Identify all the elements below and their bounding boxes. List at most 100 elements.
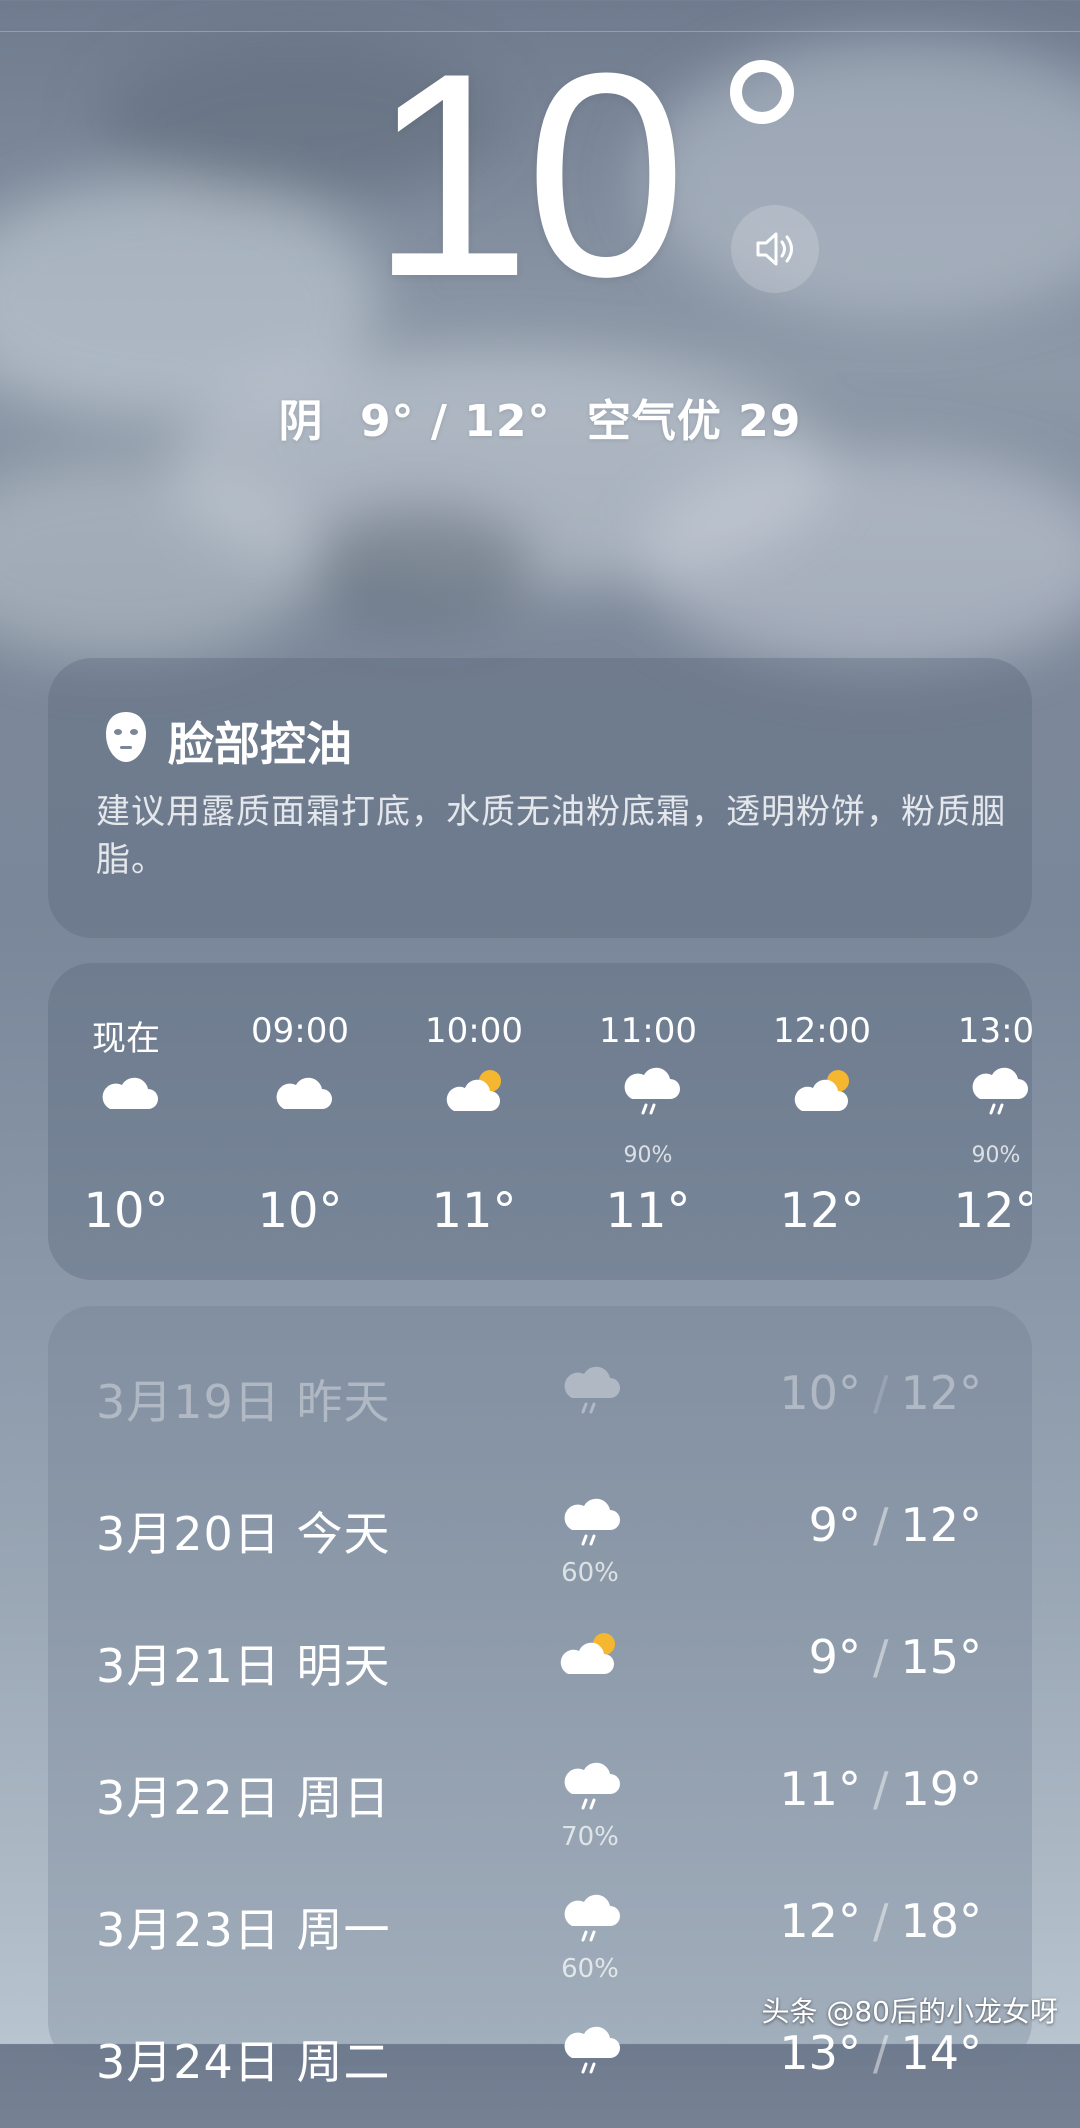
day-name: 周日	[296, 1771, 391, 1825]
cloud-icon	[276, 1077, 332, 1109]
day-high: 15°	[900, 1630, 982, 1684]
day-temp-range: 12°/18°	[779, 1894, 982, 1948]
hour-time: 09:00	[251, 1011, 349, 1051]
rain-icon	[564, 2026, 620, 2074]
temp-separator: /	[872, 1630, 889, 1684]
temp-separator: /	[872, 1762, 889, 1816]
hour-temperature: 12°	[779, 1183, 865, 1239]
partly-cloudy-icon	[560, 1633, 615, 1674]
day-low: 9°	[808, 1498, 861, 1552]
lifestyle-tip-card[interactable]: 脸部控油 建议用露质面霜打底，水质无油粉底霜，透明粉饼，粉质胭脂。	[48, 658, 1032, 938]
day-date: 3月22日	[96, 1771, 281, 1825]
hour-weather-icon	[444, 1063, 508, 1119]
day-weather-icon	[558, 2022, 622, 2078]
tip-text: 建议用露质面霜打底，水质无油粉底霜，透明粉饼，粉质胭脂。	[96, 792, 1006, 880]
day-high: 18°	[900, 1894, 982, 1948]
speaker-icon	[756, 232, 793, 266]
degree-symbol	[730, 60, 794, 124]
day-precip-chance: 60%	[561, 1954, 619, 1984]
day-name: 昨天	[296, 1375, 391, 1429]
day-low: 13°	[779, 2026, 861, 2080]
speaker-button[interactable]	[731, 205, 819, 293]
day-temp-range: 10°/12°	[779, 1366, 982, 1420]
face-mask-icon	[106, 712, 146, 762]
temp-separator: /	[872, 1366, 889, 1420]
hour-temperature: 11°	[431, 1183, 517, 1239]
rain-icon	[564, 1498, 620, 1546]
daily-row[interactable]: 3月21日 明天 9°/15°	[48, 1612, 1032, 1732]
hour-precip-chance: 90%	[623, 1143, 673, 1168]
hourly-item[interactable]: 09:00 10°	[240, 963, 360, 1280]
day-date: 3月24日	[96, 2035, 281, 2089]
hour-time: 现在	[92, 1019, 160, 1059]
hour-weather-icon	[966, 1063, 1030, 1119]
current-temperature: 10	[370, 13, 687, 337]
temp-separator: /	[872, 1894, 889, 1948]
weather-summary[interactable]: 阴 9° / 12° 空气优 29	[0, 385, 1080, 449]
hour-temperature: 10°	[257, 1183, 343, 1239]
day-name: 周二	[296, 2035, 391, 2089]
hour-temperature: 10°	[83, 1183, 169, 1239]
watermark-text: 头条 @80后的小龙女呀	[761, 1995, 1058, 2028]
hour-time: 11:00	[599, 1011, 697, 1051]
hour-time: 10:00	[425, 1011, 523, 1051]
rain-icon	[564, 1762, 620, 1810]
day-high: 14°	[900, 2026, 982, 2080]
hourly-item[interactable]: 13:0 90% 12°	[936, 963, 1032, 1280]
day-low: 12°	[779, 1894, 861, 1948]
day-high: 12°	[900, 1366, 982, 1420]
hourly-item[interactable]: 现在 10°	[66, 963, 186, 1280]
day-name: 周一	[296, 1903, 391, 1957]
cloud-icon	[102, 1077, 158, 1109]
hour-time: 12:00	[773, 1011, 871, 1051]
hour-weather-icon	[618, 1063, 682, 1119]
day-label: 3月24日 周二	[96, 2026, 390, 2092]
day-weather-icon	[558, 1494, 622, 1550]
hour-temperature: 12°	[953, 1183, 1032, 1239]
daily-row[interactable]: 3月22日 周日 70% 11°/19°	[48, 1744, 1032, 1864]
rain-icon	[624, 1067, 680, 1115]
day-label: 3月21日 明天	[96, 1630, 390, 1696]
daily-row[interactable]: 3月19日 昨天 10°/12°	[48, 1348, 1032, 1468]
air-quality-text: 空气优 29	[586, 396, 802, 447]
day-low: 10°	[779, 1366, 861, 1420]
hour-precip-chance: 90%	[971, 1143, 1021, 1168]
day-temp-range: 9°/12°	[809, 1498, 982, 1552]
day-precip-chance: 70%	[561, 1822, 619, 1852]
temp-separator: /	[872, 2026, 889, 2080]
day-precip-chance: 60%	[561, 1558, 619, 1588]
temp-range-text: 9° / 12°	[359, 396, 551, 447]
rain-icon	[564, 1894, 620, 1942]
hourly-forecast-card[interactable]: 现在 10° 09:00 10° 10:00 11° 11:00 90% 11° 12:00 12°…	[48, 963, 1032, 1280]
hour-weather-icon	[270, 1063, 334, 1119]
day-low: 11°	[779, 1762, 861, 1816]
day-label: 3月22日 周日	[96, 1762, 390, 1828]
current-weather-hero: 10 阴 9° / 12° 空气优 29	[0, 0, 1080, 640]
day-date: 3月19日	[96, 1375, 281, 1429]
daily-row[interactable]: 3月20日 今天 60% 9°/12°	[48, 1480, 1032, 1600]
hour-weather-icon	[792, 1063, 856, 1119]
day-date: 3月21日	[96, 1639, 281, 1693]
day-label: 3月23日 周一	[96, 1894, 390, 1960]
hourly-item[interactable]: 10:00 11°	[414, 963, 534, 1280]
day-weather-icon	[558, 1626, 622, 1682]
day-low: 9°	[808, 1630, 861, 1684]
day-weather-icon	[558, 1890, 622, 1946]
daily-row[interactable]: 3月23日 周一 60% 12°/18°	[48, 1876, 1032, 1996]
hour-temperature: 11°	[605, 1183, 691, 1239]
day-temp-range: 9°/15°	[809, 1630, 982, 1684]
condition-text: 阴	[278, 396, 324, 447]
daily-forecast-card[interactable]: 3月19日 昨天 10°/12° 3月20日 今天 60% 9°/12° 3月21日 明天…	[48, 1306, 1032, 2089]
partly-cloudy-icon	[446, 1070, 501, 1111]
hourly-item[interactable]: 11:00 90% 11°	[588, 963, 708, 1280]
day-high: 19°	[900, 1762, 982, 1816]
day-date: 3月20日	[96, 1507, 281, 1561]
day-temp-range: 13°/14°	[779, 2026, 982, 2080]
day-label: 3月20日 今天	[96, 1498, 390, 1564]
rain-icon	[972, 1067, 1028, 1115]
hour-time: 13:0	[957, 1011, 1032, 1051]
temp-separator: /	[872, 1498, 889, 1552]
partly-cloudy-icon	[794, 1070, 849, 1111]
hourly-item[interactable]: 12:00 12°	[762, 963, 882, 1280]
day-date: 3月23日	[96, 1903, 281, 1957]
